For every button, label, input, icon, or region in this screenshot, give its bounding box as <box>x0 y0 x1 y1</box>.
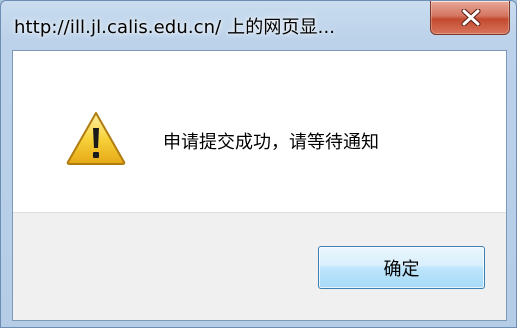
alert-dialog-window: http://ill.jl.calis.edu.cn/ 上的网页显... 申请提… <box>0 0 517 328</box>
message-area: 申请提交成功，请等待通知 <box>13 51 506 212</box>
title-bar[interactable]: http://ill.jl.calis.edu.cn/ 上的网页显... <box>1 1 516 50</box>
ok-button[interactable]: 确定 <box>318 246 485 289</box>
close-x-icon <box>461 9 481 26</box>
dialog-message: 申请提交成功，请等待通知 <box>163 132 379 153</box>
close-button[interactable] <box>430 1 510 35</box>
button-bar: 确定 <box>13 212 506 320</box>
window-title: http://ill.jl.calis.edu.cn/ 上的网页显... <box>14 17 336 38</box>
warning-icon <box>66 112 126 165</box>
dialog-client-area: 申请提交成功，请等待通知 确定 <box>12 50 507 321</box>
